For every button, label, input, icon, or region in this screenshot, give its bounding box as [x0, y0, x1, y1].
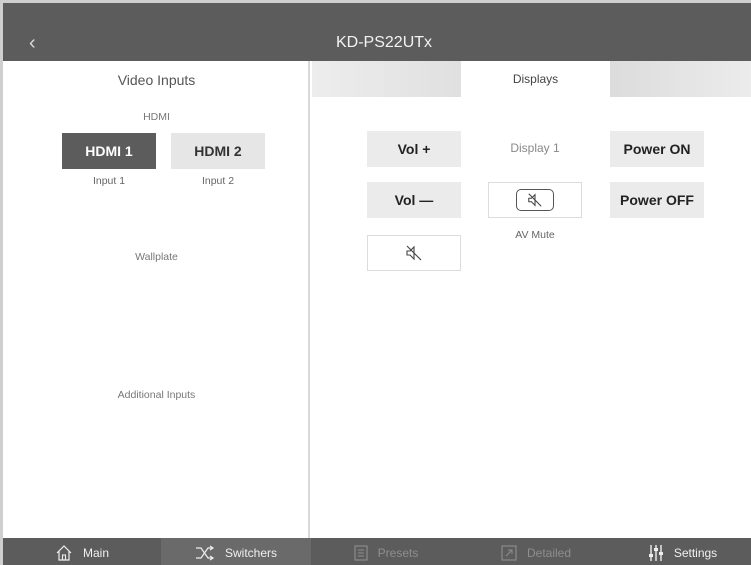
nav-settings[interactable]: Settings [611, 538, 751, 565]
av-mute-button[interactable] [488, 182, 582, 218]
vol-down-button[interactable]: Vol — [367, 182, 461, 218]
shuffle-icon [195, 545, 215, 561]
tab-bar: Displays [312, 61, 751, 97]
nav-presets-label: Presets [377, 546, 419, 560]
input-1-label: Input 1 [92, 175, 126, 187]
display-1-label: Display 1 [510, 141, 560, 155]
mute-button[interactable] [367, 235, 461, 271]
tab-next[interactable] [610, 61, 751, 97]
page-title: KD-PS22UTx [336, 34, 433, 51]
hdmi-2-button[interactable]: HDMI 2 [171, 133, 265, 169]
power-on-button[interactable]: Power ON [610, 131, 704, 167]
home-icon [56, 545, 72, 561]
sliders-icon [648, 545, 663, 561]
hdmi-group-label: HDMI [143, 111, 170, 123]
nav-detailed[interactable]: Detailed [461, 538, 611, 565]
nav-switchers[interactable]: Switchers [161, 538, 311, 565]
nav-settings-label: Settings [673, 546, 718, 560]
av-mute-icon-frame [516, 189, 554, 211]
nav-main-label: Main [82, 546, 109, 560]
nav-switchers-label: Switchers [224, 546, 277, 560]
av-mute-label: AV Mute [515, 229, 555, 241]
chevron-left-icon[interactable]: ‹ [29, 33, 36, 53]
list-icon [354, 545, 368, 561]
nav-main[interactable]: Main [3, 538, 161, 565]
video-inputs-panel: Video Inputs HDMI HDMI 1 HDMI 2 Input 1 … [3, 61, 310, 538]
speaker-mute-icon [528, 193, 542, 207]
nav-presets[interactable]: Presets [311, 538, 461, 565]
hdmi-1-button[interactable]: HDMI 1 [62, 133, 156, 169]
input-2-label: Input 2 [201, 175, 235, 187]
vol-up-button[interactable]: Vol + [367, 131, 461, 167]
power-off-button[interactable]: Power OFF [610, 182, 704, 218]
panel-title: Video Inputs [117, 72, 196, 88]
header-bar: ‹ KD-PS22UTx [3, 3, 751, 61]
app-window: ‹ KD-PS22UTx Video Inputs HDMI HDMI 1 HD… [0, 0, 751, 565]
nav-detailed-label: Detailed [526, 546, 572, 560]
tab-displays[interactable]: Displays [461, 61, 610, 97]
bottom-nav: Main Switchers Presets Detailed Settings [3, 538, 751, 565]
wallplate-label: Wallplate [135, 251, 178, 263]
speaker-mute-icon [406, 245, 422, 261]
additional-inputs-label: Additional Inputs [117, 389, 196, 401]
tab-previous[interactable] [312, 61, 461, 97]
expand-icon [501, 545, 517, 561]
